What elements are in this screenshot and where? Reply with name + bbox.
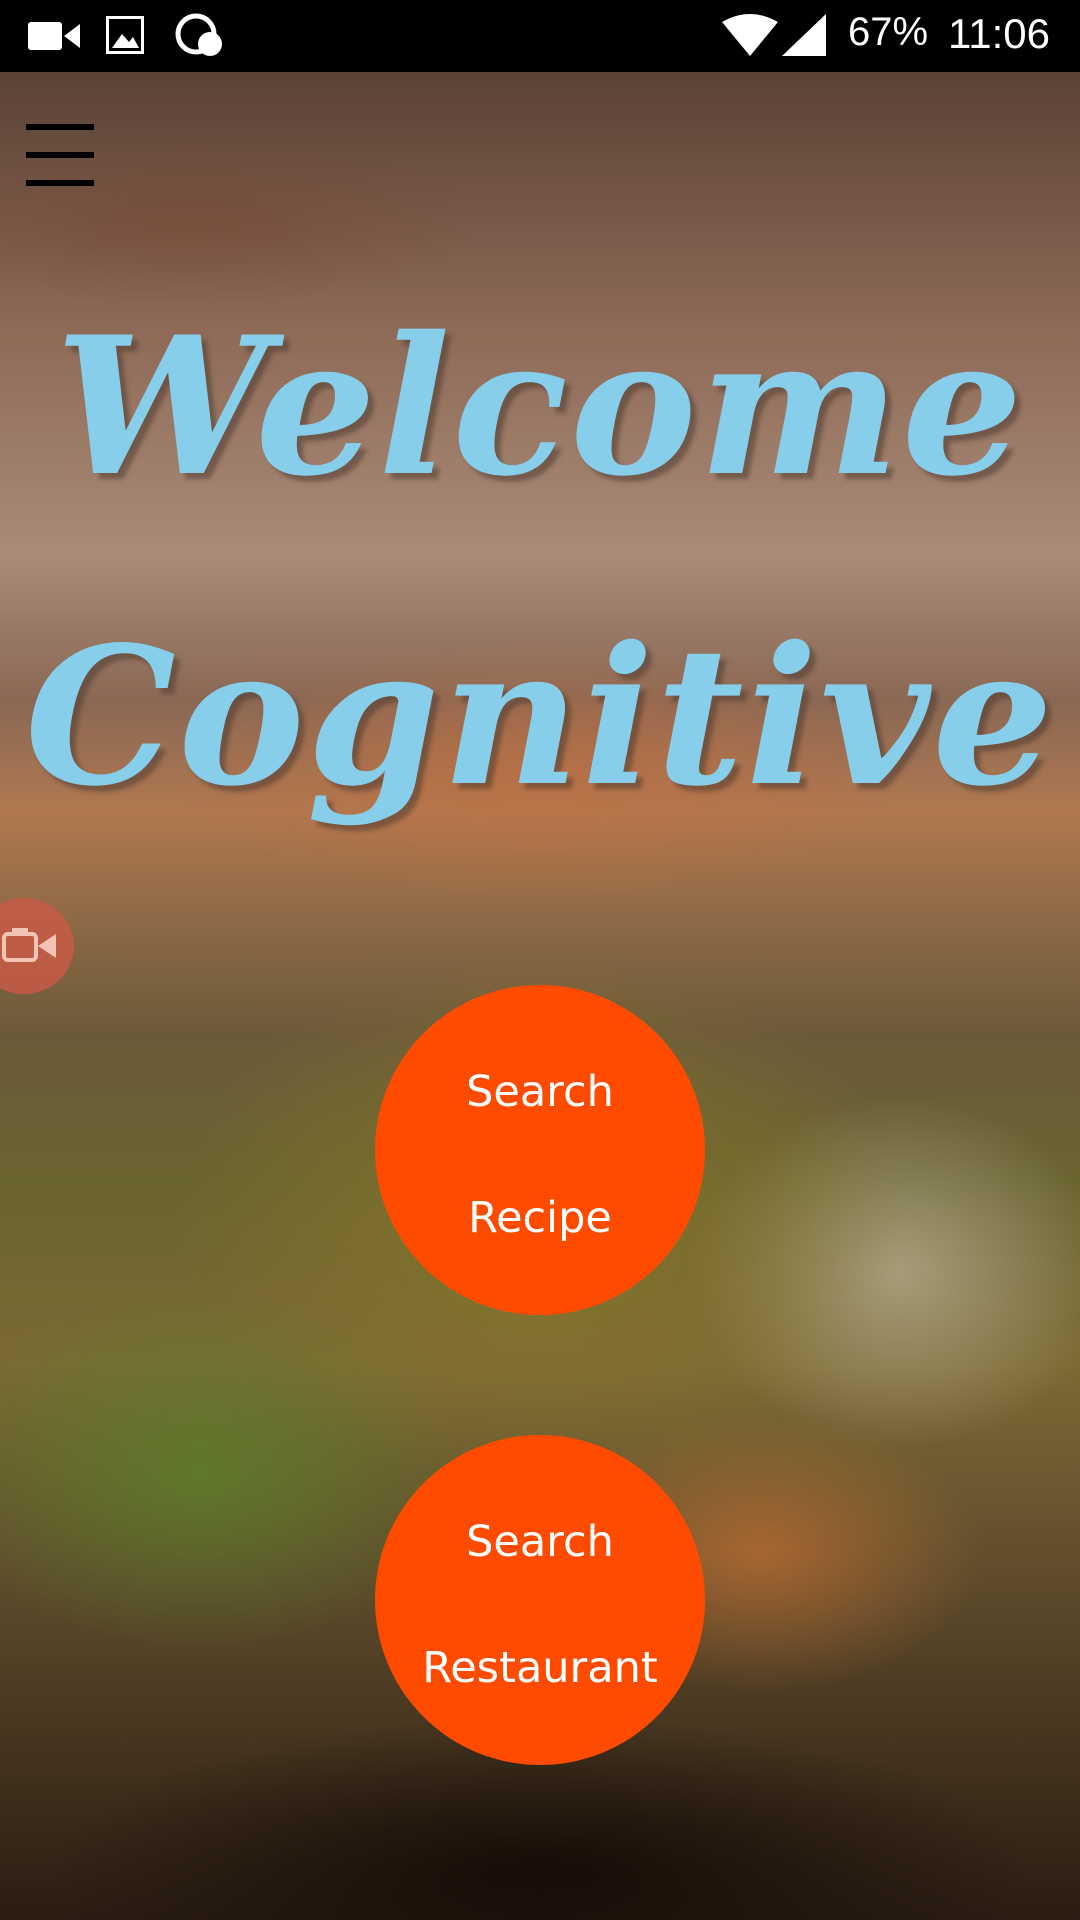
css-app-icon [172, 12, 224, 62]
camera-switch-icon [2, 928, 56, 962]
search-restaurant-label-line2: Restaurant [422, 1643, 658, 1693]
wifi-icon [722, 14, 778, 60]
search-restaurant-button[interactable]: Search Restaurant [375, 1435, 705, 1765]
hamburger-menu-icon[interactable] [26, 124, 94, 190]
status-bar: 67% 11:06 [0, 0, 1080, 72]
search-restaurant-label-line1: Search [466, 1517, 614, 1567]
clock-time: 11:06 [948, 10, 1050, 57]
cell-signal-icon [782, 14, 826, 60]
search-recipe-label-line1: Search [466, 1067, 614, 1117]
welcome-title: Welcome [55, 295, 1025, 518]
image-icon [105, 15, 145, 58]
search-recipe-label-line2: Recipe [468, 1193, 612, 1243]
search-recipe-button[interactable]: Search Recipe [375, 985, 705, 1315]
video-camera-icon [28, 20, 80, 56]
battery-percentage: 67% [848, 10, 929, 54]
welcome-subtitle: Cognitive [24, 605, 1056, 828]
